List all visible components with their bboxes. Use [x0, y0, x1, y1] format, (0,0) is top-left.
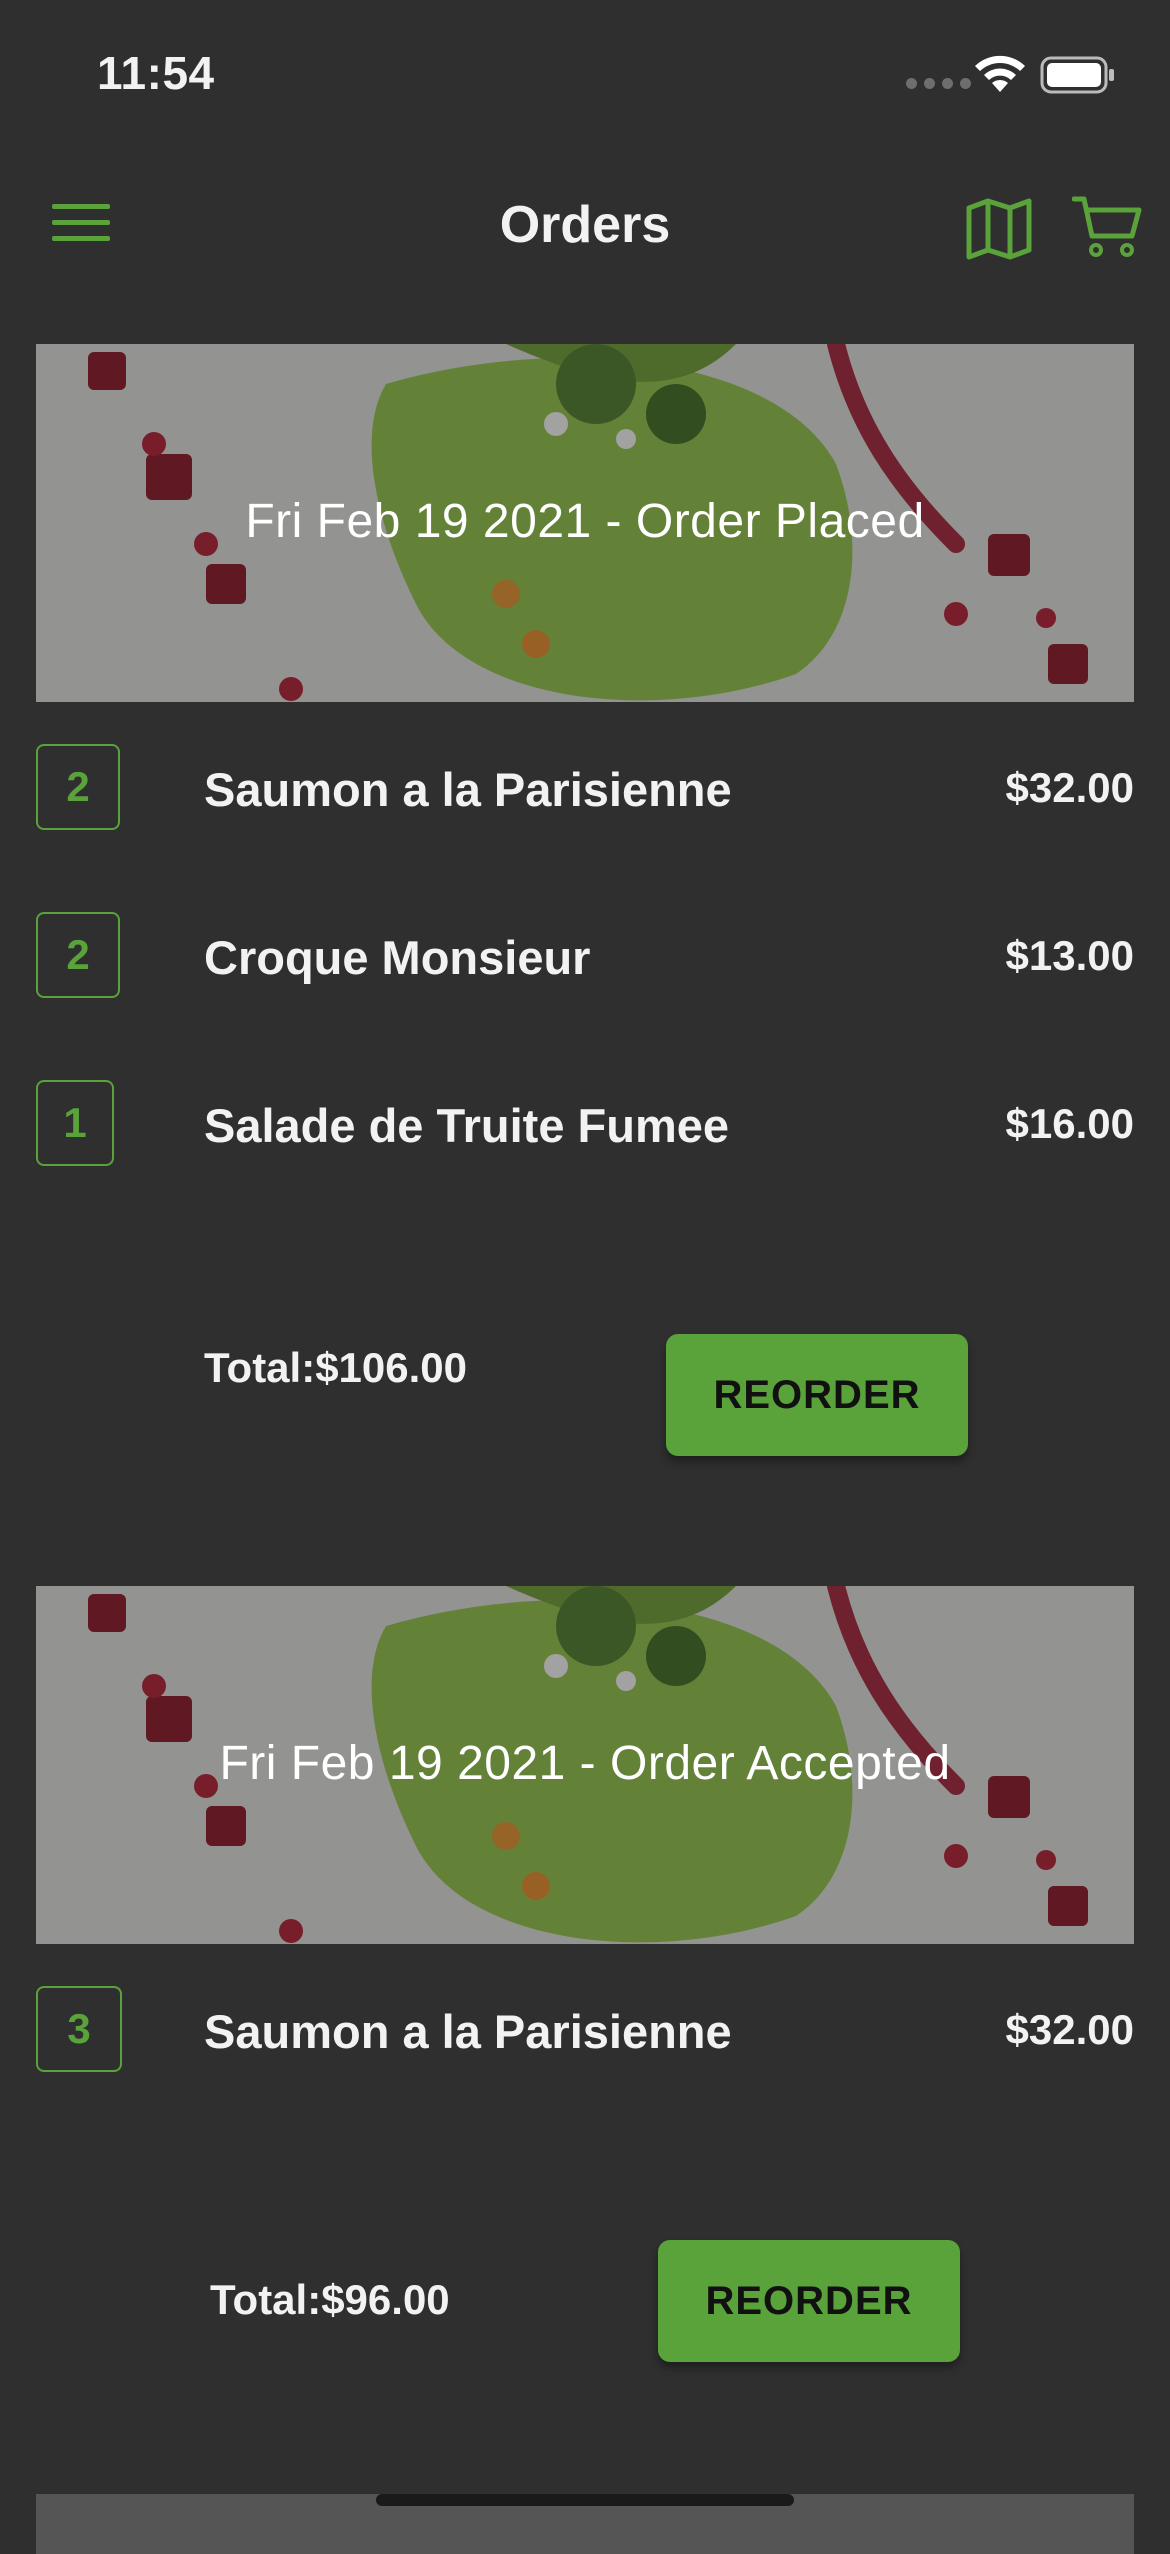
status-bar: 11:54: [0, 0, 1170, 140]
nav-bar: Orders: [0, 170, 1170, 280]
item-quantity: 2: [36, 744, 120, 830]
order-status-title: Fri Feb 19 2021 - Order Placed: [245, 495, 925, 548]
order-item: 1 Salade de Truite Fumee $16.00: [36, 1080, 1134, 1170]
item-price: $13.00: [1005, 932, 1134, 979]
cellular-signal-icon: [906, 78, 971, 89]
reorder-button[interactable]: REORDER: [666, 1334, 968, 1456]
order-total: Total:$106.00: [204, 1344, 468, 1391]
reorder-button[interactable]: REORDER: [658, 2240, 960, 2362]
item-price: $32.00: [1005, 764, 1134, 811]
cart-icon[interactable]: [1072, 194, 1142, 260]
item-name: Salade de Truite Fumee: [204, 1099, 730, 1152]
wifi-icon: [975, 55, 1025, 92]
item-quantity: 3: [36, 1986, 122, 2072]
item-price: $32.00: [1005, 2006, 1134, 2053]
home-indicator: [376, 2494, 794, 2506]
order-banner[interactable]: Fri Feb 19 2021 - Order Placed: [36, 344, 1134, 702]
order-item: 3 Saumon a la Parisienne $32.00: [36, 1986, 1134, 2076]
status-time: 11:54: [97, 47, 215, 99]
map-icon[interactable]: [966, 198, 1032, 260]
order-item: 2 Croque Monsieur $13.00: [36, 912, 1134, 1002]
item-name: Saumon a la Parisienne: [204, 2005, 732, 2058]
item-name: Saumon a la Parisienne: [204, 763, 732, 816]
order-card: Fri Feb 19 2021 - Order Accepted 3 Saumo…: [36, 1586, 1134, 2466]
order-status-title: Fri Feb 19 2021 - Order Accepted: [219, 1737, 951, 1790]
order-card: Fri Feb 19 2021 - Order Placed 2 Saumon …: [36, 344, 1134, 1474]
item-quantity: 1: [36, 1080, 114, 1166]
order-item: 2 Saumon a la Parisienne $32.00: [36, 744, 1134, 834]
item-price: $16.00: [1005, 1100, 1134, 1147]
item-quantity: 2: [36, 912, 120, 998]
order-banner[interactable]: Fri Feb 19 2021 - Order Accepted: [36, 1586, 1134, 1944]
item-name: Croque Monsieur: [204, 931, 591, 984]
battery-icon: [1040, 56, 1114, 94]
order-total: Total:$96.00: [210, 2276, 450, 2323]
